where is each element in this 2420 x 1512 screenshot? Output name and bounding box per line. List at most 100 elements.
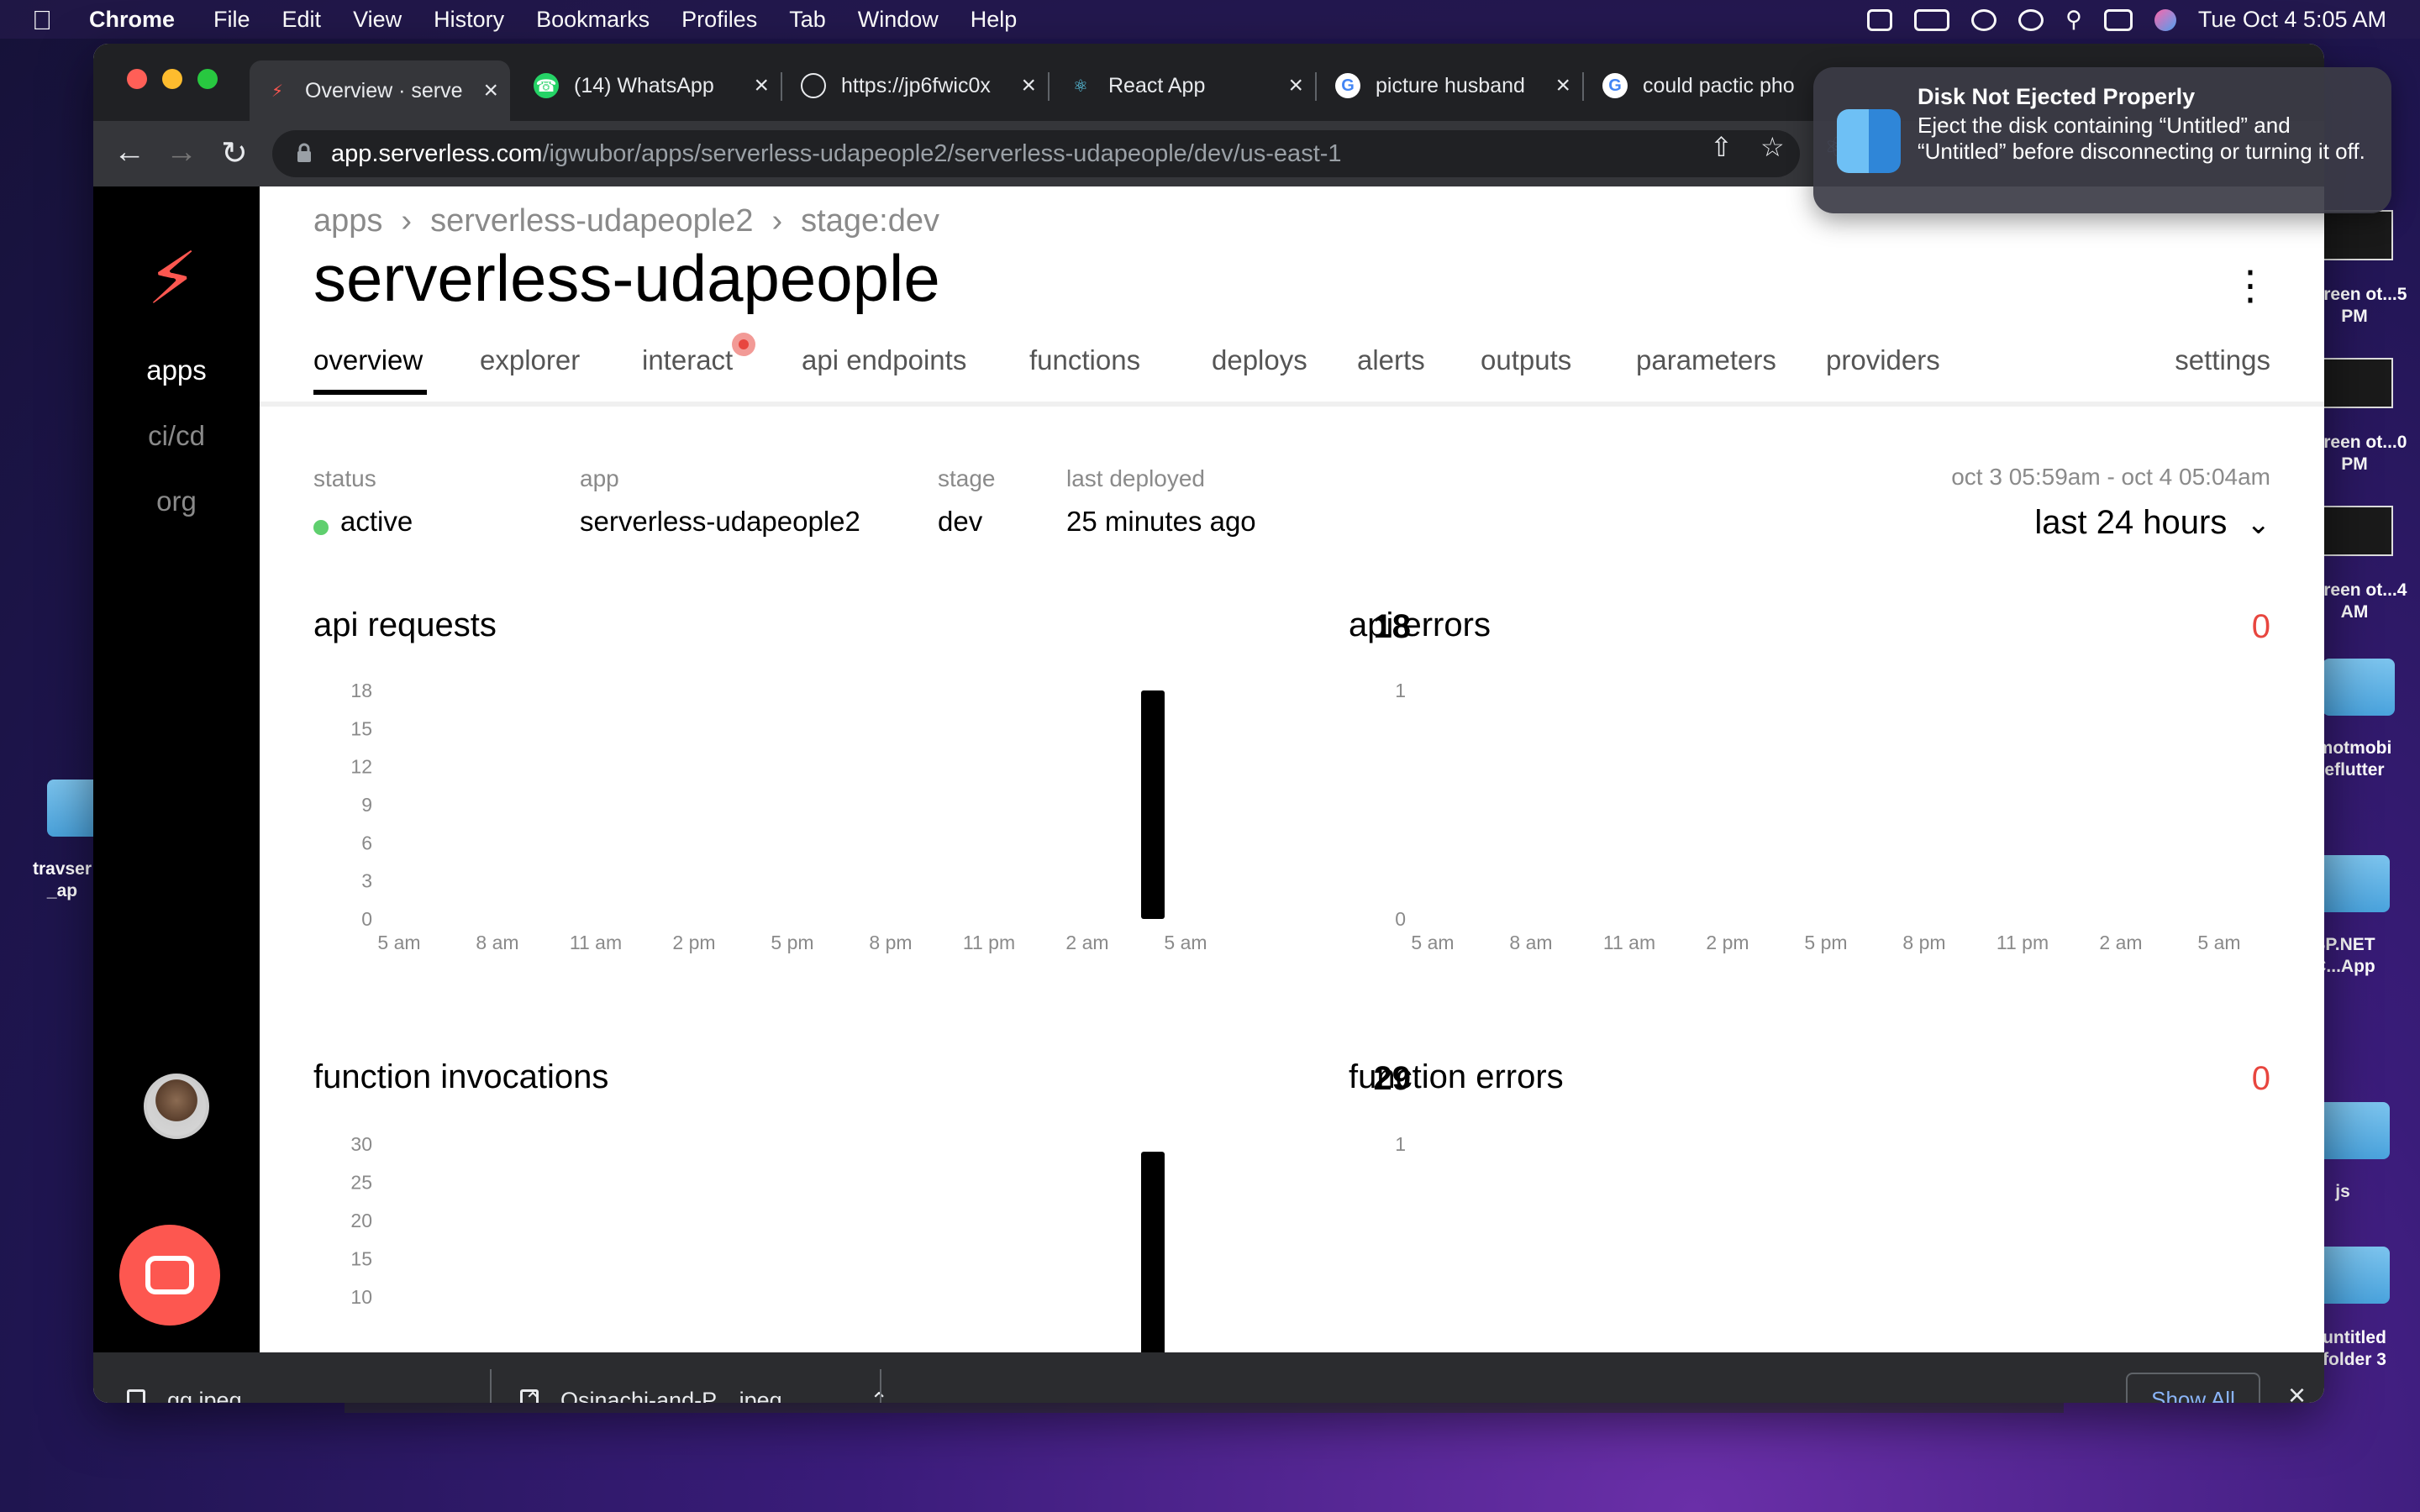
menu-app-name[interactable]: Chrome bbox=[89, 7, 175, 33]
avatar[interactable] bbox=[144, 1074, 209, 1139]
tab-providers[interactable]: providers bbox=[1826, 344, 1940, 376]
spotlight-icon[interactable]: ⚲ bbox=[2065, 7, 2082, 33]
link-status-icon[interactable] bbox=[1971, 8, 1997, 31]
menu-profiles[interactable]: Profiles bbox=[681, 7, 757, 33]
folder-icon[interactable] bbox=[2323, 659, 2395, 716]
screenshot-thumbnail[interactable] bbox=[2312, 358, 2393, 408]
x-tick-label: 11 am bbox=[570, 932, 622, 953]
menu-bookmarks[interactable]: Bookmarks bbox=[536, 7, 650, 33]
x-tick-label: 5 am bbox=[1411, 932, 1454, 953]
close-tab-icon[interactable]: × bbox=[1021, 71, 1036, 100]
menu-history[interactable]: History bbox=[434, 7, 504, 33]
chevron-down-icon: ⌄ bbox=[2246, 508, 2271, 540]
menu-help[interactable]: Help bbox=[971, 7, 1018, 33]
download-item[interactable]: gg.jpeg ⌃ bbox=[127, 1352, 562, 1403]
menu-datetime[interactable]: Tue Oct 4 5:05 AM bbox=[2198, 7, 2386, 33]
browser-tab-google-1[interactable]: G picture husband × bbox=[1320, 60, 1584, 111]
sidebar-item-apps[interactable]: apps bbox=[93, 354, 260, 386]
user-status-icon[interactable] bbox=[2018, 8, 2044, 31]
menu-view[interactable]: View bbox=[353, 7, 402, 33]
tab-interact[interactable]: interact bbox=[642, 344, 733, 376]
close-tab-icon[interactable]: × bbox=[1555, 71, 1570, 100]
sidebar-item-org[interactable]: org bbox=[93, 486, 260, 517]
screenshot-thumbnail[interactable] bbox=[2312, 210, 2393, 260]
minimize-window-button[interactable] bbox=[162, 69, 182, 89]
browser-tab-react[interactable]: ⚛ React App × bbox=[1053, 60, 1317, 111]
menu-file[interactable]: File bbox=[213, 7, 250, 33]
apple-icon[interactable]:  bbox=[32, 5, 52, 36]
share-icon[interactable]: ⇧ bbox=[1710, 131, 1733, 163]
back-icon[interactable]: ← bbox=[113, 134, 145, 171]
breadcrumb-stage[interactable]: stage:dev bbox=[801, 203, 939, 239]
close-icon[interactable]: × bbox=[2288, 1378, 2306, 1403]
reload-icon[interactable]: ↻ bbox=[221, 134, 248, 172]
more-options-icon[interactable]: ⋮ bbox=[2230, 262, 2270, 309]
download-item[interactable]: Osinachi-and-P....jpeg ⌃ bbox=[520, 1352, 955, 1403]
x-tick-label: 2 am bbox=[2099, 932, 2142, 953]
x-tick-label: 2 pm bbox=[1706, 932, 1749, 953]
screenshot-thumbnail[interactable] bbox=[2312, 506, 2393, 556]
y-tick-label: 18 bbox=[350, 680, 372, 701]
x-tick-label: 8 pm bbox=[869, 932, 912, 953]
serverless-logo-icon[interactable]: ⚡ bbox=[147, 237, 197, 321]
battery-icon[interactable] bbox=[1914, 8, 1950, 31]
tab-explorer[interactable]: explorer bbox=[480, 344, 580, 376]
browser-tab-url[interactable]: https://jp6fwic0x × bbox=[786, 60, 1050, 111]
service-tabs: overview explorer interact api endpoints… bbox=[313, 333, 2270, 395]
browser-tab-serverless[interactable]: ⚡ Overview · serve × bbox=[250, 60, 510, 121]
time-range: oct 3 05:59am - oct 4 05:04am bbox=[1951, 464, 2270, 490]
control-center-icon[interactable] bbox=[2103, 8, 2133, 31]
sidebar-item-cicd[interactable]: ci/cd bbox=[93, 420, 260, 452]
main-content: apps › serverless-udapeople2 › stage:dev… bbox=[260, 186, 2324, 1373]
breadcrumb-app[interactable]: serverless-udapeople2 bbox=[430, 203, 753, 239]
notification-title: Disk Not Ejected Properly bbox=[1918, 84, 2196, 109]
tab-alerts[interactable]: alerts bbox=[1357, 344, 1425, 376]
tab-settings[interactable]: settings bbox=[2175, 344, 2270, 376]
tab-parameters[interactable]: parameters bbox=[1636, 344, 1776, 376]
x-tick-label: 11 pm bbox=[1996, 932, 2049, 953]
zoom-window-button[interactable] bbox=[197, 69, 218, 89]
tab-outputs[interactable]: outputs bbox=[1481, 344, 1571, 376]
tab-deploys[interactable]: deploys bbox=[1212, 344, 1307, 376]
chart-bar bbox=[1141, 1152, 1165, 1373]
globe-status-icon[interactable] bbox=[1867, 8, 1893, 31]
folder-icon[interactable] bbox=[2317, 1247, 2390, 1304]
api-errors-chart: 0 1 5 am 8 am 11 am 2 pm 5 pm 8 pm 11 pm 2 am 5 am bbox=[1395, 680, 2240, 953]
browser-tab-google-2[interactable]: G could pactic pho bbox=[1587, 60, 1839, 111]
y-tick-label: 25 bbox=[350, 1172, 372, 1194]
card-title: function errors bbox=[1349, 1058, 1564, 1095]
bookmark-star-icon[interactable]: ☆ bbox=[1760, 131, 1785, 163]
siri-icon[interactable] bbox=[2154, 8, 2176, 31]
divider bbox=[260, 402, 2324, 407]
y-tick-label: 20 bbox=[350, 1210, 372, 1231]
menu-edit[interactable]: Edit bbox=[282, 7, 322, 33]
close-tab-icon[interactable]: × bbox=[754, 71, 769, 100]
disk-notification[interactable]: Disk Not Ejected Properly Eject the disk… bbox=[1813, 67, 2391, 213]
divider bbox=[490, 1369, 492, 1403]
api-requests-chart: 0 3 6 9 12 15 18 5 am 8 am 11 am 2 pm 5 pm 8 pm 11 pm… bbox=[350, 680, 1207, 953]
breadcrumb-apps[interactable]: apps bbox=[313, 203, 382, 239]
x-tick-label: 5 am bbox=[377, 932, 420, 953]
close-tab-icon[interactable]: × bbox=[483, 76, 498, 105]
close-window-button[interactable] bbox=[127, 69, 147, 89]
menu-window[interactable]: Window bbox=[858, 7, 939, 33]
folder-icon[interactable] bbox=[2317, 1102, 2390, 1159]
chat-support-button[interactable] bbox=[119, 1225, 220, 1326]
tab-title: (14) WhatsApp bbox=[574, 73, 714, 97]
close-tab-icon[interactable]: × bbox=[1288, 71, 1303, 100]
forward-icon[interactable]: → bbox=[166, 134, 197, 171]
tab-overview[interactable]: overview bbox=[313, 344, 423, 376]
period-selector[interactable]: last 24 hours ⌄ bbox=[2034, 504, 2270, 542]
browser-tab-whatsapp[interactable]: ☎ (14) WhatsApp × bbox=[518, 60, 782, 111]
folder-icon[interactable] bbox=[2317, 855, 2390, 912]
url-host: app.serverless.com bbox=[331, 139, 543, 167]
tab-api-endpoints[interactable]: api endpoints bbox=[802, 344, 966, 376]
app-value[interactable]: serverless-udapeople2 bbox=[580, 506, 860, 538]
tab-functions[interactable]: functions bbox=[1029, 344, 1140, 376]
active-tab-underline bbox=[313, 390, 427, 395]
menu-tab[interactable]: Tab bbox=[789, 7, 826, 33]
address-bar[interactable]: app.serverless.com/igwubor/apps/serverle… bbox=[272, 130, 1800, 177]
y-tick-label: 1 bbox=[1395, 1133, 1406, 1155]
show-all-button[interactable]: Show All bbox=[2126, 1373, 2260, 1403]
left-sidebar: ⚡ apps ci/cd org bbox=[93, 186, 260, 1352]
